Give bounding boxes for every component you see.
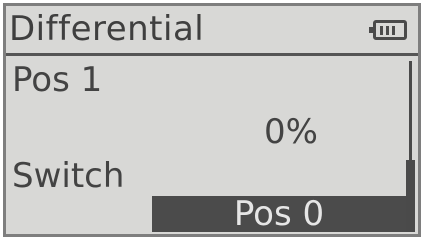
switch-label: Switch (12, 156, 125, 196)
battery-tip (369, 27, 373, 33)
position-label[interactable]: Pos 1 (12, 61, 102, 99)
differential-value[interactable]: 0% (264, 113, 318, 151)
battery-level-bar (392, 26, 395, 35)
battery-level-bar (380, 26, 383, 35)
title-bar: Differential (6, 6, 418, 56)
scrollbar[interactable] (406, 61, 415, 232)
battery-level-bar (386, 26, 389, 35)
scrollbar-thumb[interactable] (406, 160, 415, 232)
page-title: Differential (9, 9, 205, 49)
lcd-screen: Differential Pos 1 0% Switch Pos 0 (3, 3, 421, 237)
menu-content: Pos 1 0% Switch Pos 0 (6, 56, 418, 234)
battery-icon (369, 20, 407, 40)
switch-value-selected[interactable]: Pos 0 (152, 196, 406, 232)
